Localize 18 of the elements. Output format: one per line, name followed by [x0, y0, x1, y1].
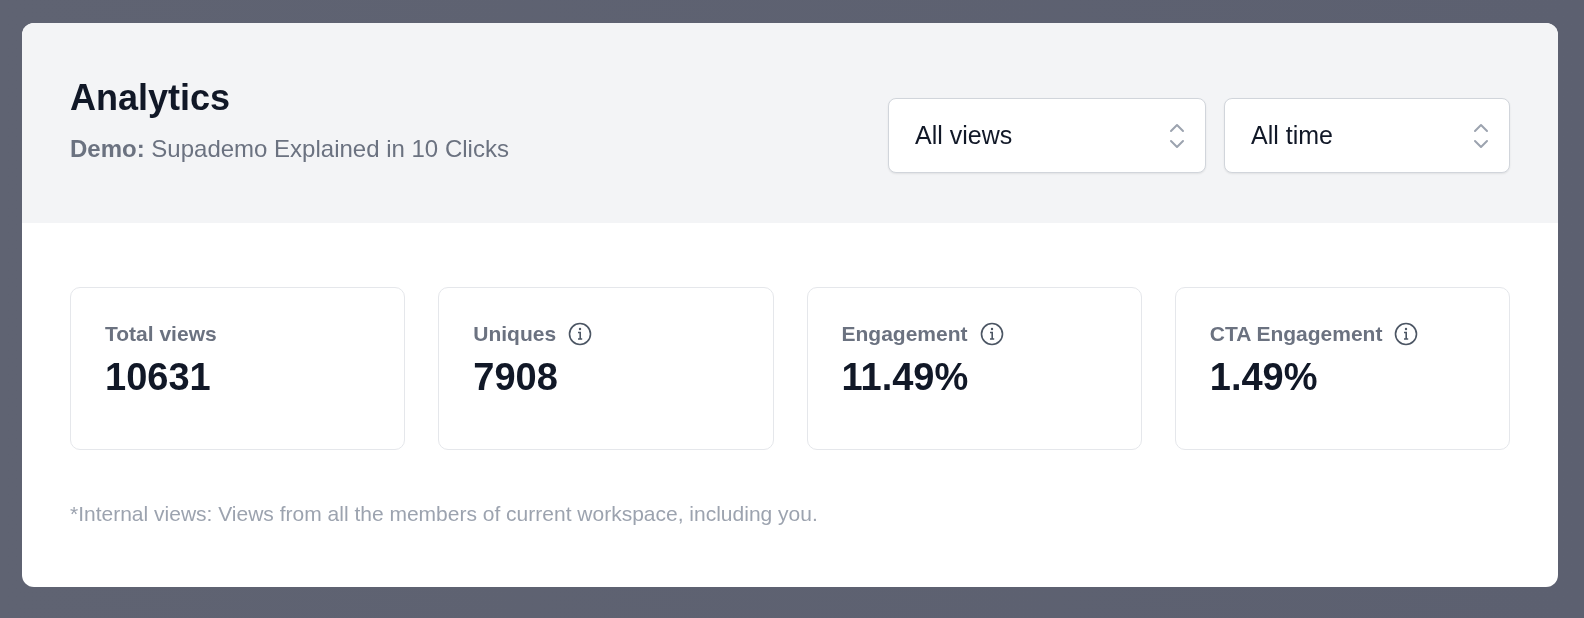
stat-label: Total views: [105, 322, 217, 346]
info-icon[interactable]: [568, 322, 593, 346]
stat-value: 1.49%: [1209, 356, 1319, 399]
stat-label: CTA Engagement: [1209, 322, 1383, 346]
info-icon[interactable]: [979, 322, 1004, 346]
page-title: Analytics: [70, 77, 232, 119]
select-dropdown[interactable]: All views: [888, 98, 1206, 173]
footnote: *Internal views: Views from all the members of current workspace, including you.: [70, 502, 819, 526]
select-dropdown[interactable]: All time: [1224, 98, 1510, 173]
stat-value: 10631: [105, 356, 212, 399]
demo-subtitle: Demo: Supademo Explained in 10 Clicks: [70, 135, 509, 163]
stat-value: 7908: [473, 356, 559, 399]
updown-chevron-icon: [1473, 121, 1489, 150]
stat-label: Engagement: [841, 322, 968, 346]
info-icon[interactable]: [1394, 322, 1419, 346]
stat-label: Uniques: [473, 322, 557, 346]
stat-value: 11.49%: [841, 356, 970, 399]
updown-chevron-icon: [1169, 121, 1185, 150]
